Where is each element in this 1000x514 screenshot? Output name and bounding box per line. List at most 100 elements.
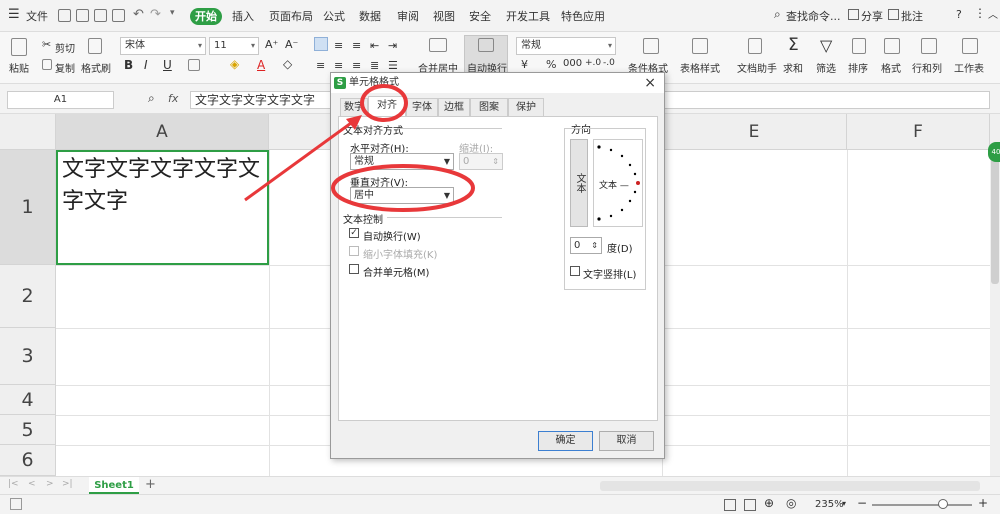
align-middle-icon[interactable]: ≡ [334,39,343,52]
font-name-select[interactable]: 宋体 ▾ [120,37,206,55]
italic-icon[interactable]: I [144,58,148,72]
tab-formulas[interactable]: 公式 [323,8,345,24]
merge-cells-label[interactable]: 合并单元格(M) [363,264,429,279]
next-sheet-icon[interactable]: > [46,479,54,489]
sort-icon[interactable] [852,38,866,54]
shrink-to-fit-checkbox[interactable] [349,246,359,256]
cancel-button[interactable]: 取消 [599,431,654,451]
wrap-text-icon[interactable] [478,38,494,52]
vertical-align-select[interactable]: 居中 ▼ [350,187,454,204]
tab-special[interactable]: 特色应用 [561,8,605,24]
redo-icon[interactable]: ↷ [150,7,161,22]
border-icon[interactable] [188,59,200,71]
ok-button[interactable]: 确定 [538,431,593,451]
format-painter-icon[interactable] [88,38,102,54]
zoom-slider-thumb[interactable] [938,499,948,509]
align-right-icon[interactable]: ≡ [352,59,361,72]
comment-icon[interactable] [888,9,899,20]
last-sheet-icon[interactable]: >| [62,479,73,489]
save-icon[interactable] [58,9,71,22]
font-color-icon[interactable]: A [257,58,265,72]
format-button[interactable]: 格式 [881,60,901,75]
row-header-6[interactable]: 6 [0,445,56,476]
undo-icon[interactable]: ↶ [133,7,144,22]
zoom-dropdown-icon[interactable]: ▾ [842,499,846,508]
bold-icon[interactable]: B [124,58,133,72]
thousands-icon[interactable]: 000 [563,58,582,69]
zoom-slider[interactable] [872,504,972,506]
paste-icon[interactable] [11,38,27,56]
currency-icon[interactable]: ¥ [521,58,528,71]
tab-font[interactable]: 字体 [406,98,438,116]
tab-start[interactable]: 开始 [190,8,222,25]
horizontal-scrollbar[interactable] [600,481,980,491]
search-icon[interactable]: ⌕ [774,7,781,22]
name-box[interactable]: A1 [7,91,114,109]
scroll-thumb[interactable] [991,154,999,284]
vertical-text-checkbox[interactable] [570,266,580,276]
row-header-4[interactable]: 4 [0,385,56,415]
sum-icon[interactable]: Σ [788,35,799,55]
filter-icon[interactable]: ▽ [820,36,832,55]
merge-center-icon[interactable] [429,38,447,52]
indent-left-icon[interactable]: ⇤ [370,39,379,52]
wrap-text-checkbox[interactable]: ✓ [349,228,359,238]
justify-icon[interactable]: ≣ [370,59,379,72]
row-col-icon[interactable] [921,38,937,54]
row-header-2[interactable]: 2 [0,265,56,328]
tab-pattern[interactable]: 图案 [470,98,508,116]
share-icon[interactable] [848,9,859,20]
vertical-text-button[interactable]: 文本 [570,139,588,227]
tab-developer[interactable]: 开发工具 [506,8,550,24]
number-format-select[interactable]: 常规 ▾ [516,37,616,55]
export-icon[interactable] [112,9,125,22]
normal-view-icon[interactable] [724,499,736,511]
print-preview-icon[interactable] [76,9,89,22]
tab-alignment[interactable]: 对齐 [368,96,406,116]
column-header-e[interactable]: E [662,114,847,150]
merge-cells-checkbox[interactable] [349,264,359,274]
align-left-icon[interactable]: ≡ [316,59,325,72]
worksheet-button[interactable]: 工作表 [954,60,984,75]
worksheet-icon[interactable] [962,38,978,54]
format-icon[interactable] [884,38,900,54]
font-grow-icon[interactable]: A⁺ [265,38,278,51]
page-layout-icon[interactable] [744,499,756,511]
collapse-icon[interactable]: ︿ [988,6,998,21]
column-header-f[interactable]: F [847,114,990,150]
decimal-increase-icon[interactable]: +.0 [585,58,601,68]
zoom-in-button[interactable]: + [978,496,988,510]
add-sheet-button[interactable]: + [145,477,156,492]
paste-button[interactable]: 粘贴 [9,60,29,75]
decimal-decrease-icon[interactable]: -.0 [603,58,615,68]
hamburger-icon[interactable]: ☰ [8,7,20,22]
tab-data[interactable]: 数据 [359,8,381,24]
distribute-icon[interactable]: ☰ [388,59,398,72]
shrink-to-fit-label[interactable]: 缩小字体填充(K) [363,246,437,261]
underline-icon[interactable]: U [163,58,172,72]
search-command[interactable]: 查找命令... [786,8,841,24]
align-bottom-icon[interactable]: ≡ [352,39,361,52]
degree-input[interactable]: 0 ⇕ [570,237,602,254]
percent-icon[interactable]: % [546,58,556,71]
more-icon[interactable]: ⋮ [974,6,986,20]
row-col-button[interactable]: 行和列 [912,60,942,75]
font-size-select[interactable]: 11 ▾ [209,37,259,55]
vertical-scrollbar[interactable] [990,114,1000,476]
close-icon[interactable]: × [644,73,656,93]
doc-helper-button[interactable]: 文档助手 [737,60,777,75]
dialog-title-bar[interactable]: S 单元格格式 × [331,73,664,93]
tab-security[interactable]: 安全 [469,8,491,24]
macro-icon[interactable] [10,498,22,510]
share-button[interactable]: 分享 [861,8,883,24]
zoom-icon[interactable]: ⌕ [148,91,155,106]
tab-protection[interactable]: 保护 [508,98,544,116]
conditional-format-icon[interactable] [643,38,659,54]
side-badge[interactable]: 40 [988,142,1000,162]
fx-icon[interactable]: fx [168,92,178,105]
table-style-button[interactable]: 表格样式 [680,60,720,75]
first-sheet-icon[interactable]: |< [8,479,19,489]
horizontal-align-select[interactable]: 常规 ▼ [350,153,454,170]
vertical-text-label[interactable]: 文字竖排(L) [583,266,636,281]
table-style-icon[interactable] [692,38,708,54]
